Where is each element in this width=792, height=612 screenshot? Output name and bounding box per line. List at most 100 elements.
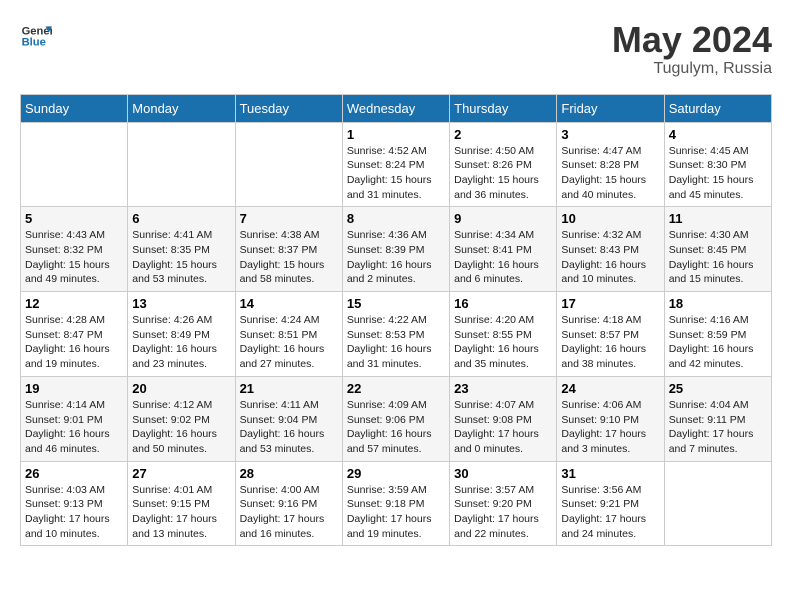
week-row-1: 1Sunrise: 4:52 AM Sunset: 8:24 PM Daylig… bbox=[21, 122, 772, 207]
page-header: General Blue May 2024 Tugulym, Russia bbox=[20, 20, 772, 78]
day-detail: Sunrise: 4:18 AM Sunset: 8:57 PM Dayligh… bbox=[561, 313, 659, 372]
calendar-cell: 10 Sunrise: 4:32 AM Sunset: 8:43 PM Dayli… bbox=[557, 207, 664, 292]
calendar-cell: 12Sunrise: 4:28 AM Sunset: 8:47 PM Dayli… bbox=[21, 292, 128, 377]
day-number: 2 bbox=[454, 127, 552, 142]
calendar-cell: 16 Sunrise: 4:20 AM Sunset: 8:55 PM Dayli… bbox=[450, 292, 557, 377]
day-number: 5 bbox=[25, 211, 123, 226]
day-number: 18 bbox=[669, 296, 767, 311]
day-detail: Sunrise: 4:16 AM Sunset: 8:59 PM Dayligh… bbox=[669, 313, 767, 372]
day-number: 27 bbox=[132, 466, 230, 481]
day-detail: Sunrise: 4:52 AM Sunset: 8:24 PM Dayligh… bbox=[347, 144, 445, 203]
calendar-cell: 4Sunrise: 4:45 AM Sunset: 8:30 PM Daylig… bbox=[664, 122, 771, 207]
day-number: 28 bbox=[240, 466, 338, 481]
calendar-cell: 20 Sunrise: 4:12 AM Sunset: 9:02 PM Dayli… bbox=[128, 376, 235, 461]
day-detail: Sunrise: 3:56 AM Sunset: 9:21 PM Dayligh… bbox=[561, 483, 659, 542]
weekday-tuesday: Tuesday bbox=[235, 94, 342, 122]
day-detail: Sunrise: 4:03 AM Sunset: 9:13 PM Dayligh… bbox=[25, 483, 123, 542]
day-detail: Sunrise: 4:43 AM Sunset: 8:32 PM Dayligh… bbox=[25, 228, 123, 287]
calendar-cell: 11 Sunrise: 4:30 AM Sunset: 8:45 PM Dayli… bbox=[664, 207, 771, 292]
calendar-cell: 8Sunrise: 4:36 AM Sunset: 8:39 PM Daylig… bbox=[342, 207, 449, 292]
calendar-cell: 24 Sunrise: 4:06 AM Sunset: 9:10 PM Dayli… bbox=[557, 376, 664, 461]
weekday-thursday: Thursday bbox=[450, 94, 557, 122]
weekday-friday: Friday bbox=[557, 94, 664, 122]
day-number: 30 bbox=[454, 466, 552, 481]
day-detail: Sunrise: 4:07 AM Sunset: 9:08 PM Dayligh… bbox=[454, 398, 552, 457]
calendar-cell: 22Sunrise: 4:09 AM Sunset: 9:06 PM Dayli… bbox=[342, 376, 449, 461]
weekday-saturday: Saturday bbox=[664, 94, 771, 122]
calendar-cell: 6 Sunrise: 4:41 AM Sunset: 8:35 PM Daylig… bbox=[128, 207, 235, 292]
day-number: 6 bbox=[132, 211, 230, 226]
calendar-cell: 26 Sunrise: 4:03 AM Sunset: 9:13 PM Dayli… bbox=[21, 461, 128, 546]
calendar-cell: 28Sunrise: 4:00 AM Sunset: 9:16 PM Dayli… bbox=[235, 461, 342, 546]
calendar-cell: 15 Sunrise: 4:22 AM Sunset: 8:53 PM Dayli… bbox=[342, 292, 449, 377]
title-block: May 2024 Tugulym, Russia bbox=[612, 20, 772, 78]
logo-icon: General Blue bbox=[20, 20, 52, 52]
day-detail: Sunrise: 4:04 AM Sunset: 9:11 PM Dayligh… bbox=[669, 398, 767, 457]
week-row-3: 12Sunrise: 4:28 AM Sunset: 8:47 PM Dayli… bbox=[21, 292, 772, 377]
weekday-wednesday: Wednesday bbox=[342, 94, 449, 122]
logo: General Blue bbox=[20, 20, 52, 52]
day-detail: Sunrise: 4:47 AM Sunset: 8:28 PM Dayligh… bbox=[561, 144, 659, 203]
week-row-2: 5 Sunrise: 4:43 AM Sunset: 8:32 PM Daylig… bbox=[21, 207, 772, 292]
day-detail: Sunrise: 4:22 AM Sunset: 8:53 PM Dayligh… bbox=[347, 313, 445, 372]
day-number: 31 bbox=[561, 466, 659, 481]
day-detail: Sunrise: 4:24 AM Sunset: 8:51 PM Dayligh… bbox=[240, 313, 338, 372]
day-detail: Sunrise: 4:09 AM Sunset: 9:06 PM Dayligh… bbox=[347, 398, 445, 457]
day-number: 14 bbox=[240, 296, 338, 311]
day-number: 15 bbox=[347, 296, 445, 311]
day-number: 9 bbox=[454, 211, 552, 226]
day-number: 7 bbox=[240, 211, 338, 226]
weekday-monday: Monday bbox=[128, 94, 235, 122]
calendar-table: SundayMondayTuesdayWednesdayThursdayFrid… bbox=[20, 94, 772, 547]
calendar-cell: 2 Sunrise: 4:50 AM Sunset: 8:26 PM Daylig… bbox=[450, 122, 557, 207]
day-number: 26 bbox=[25, 466, 123, 481]
day-number: 11 bbox=[669, 211, 767, 226]
calendar-cell: 13 Sunrise: 4:26 AM Sunset: 8:49 PM Dayli… bbox=[128, 292, 235, 377]
week-row-4: 19 Sunrise: 4:14 AM Sunset: 9:01 PM Dayli… bbox=[21, 376, 772, 461]
calendar-cell: 30 Sunrise: 3:57 AM Sunset: 9:20 PM Dayli… bbox=[450, 461, 557, 546]
day-number: 16 bbox=[454, 296, 552, 311]
calendar-cell bbox=[235, 122, 342, 207]
day-detail: Sunrise: 4:30 AM Sunset: 8:45 PM Dayligh… bbox=[669, 228, 767, 287]
calendar-cell: 17Sunrise: 4:18 AM Sunset: 8:57 PM Dayli… bbox=[557, 292, 664, 377]
calendar-cell: 7Sunrise: 4:38 AM Sunset: 8:37 PM Daylig… bbox=[235, 207, 342, 292]
day-detail: Sunrise: 4:20 AM Sunset: 8:55 PM Dayligh… bbox=[454, 313, 552, 372]
day-detail: Sunrise: 4:34 AM Sunset: 8:41 PM Dayligh… bbox=[454, 228, 552, 287]
day-detail: Sunrise: 4:06 AM Sunset: 9:10 PM Dayligh… bbox=[561, 398, 659, 457]
svg-text:Blue: Blue bbox=[22, 37, 46, 49]
location: Tugulym, Russia bbox=[612, 60, 772, 78]
day-number: 13 bbox=[132, 296, 230, 311]
calendar-cell: 1Sunrise: 4:52 AM Sunset: 8:24 PM Daylig… bbox=[342, 122, 449, 207]
day-detail: Sunrise: 4:41 AM Sunset: 8:35 PM Dayligh… bbox=[132, 228, 230, 287]
calendar-cell bbox=[664, 461, 771, 546]
day-number: 20 bbox=[132, 381, 230, 396]
day-detail: Sunrise: 4:36 AM Sunset: 8:39 PM Dayligh… bbox=[347, 228, 445, 287]
day-detail: Sunrise: 4:50 AM Sunset: 8:26 PM Dayligh… bbox=[454, 144, 552, 203]
day-number: 12 bbox=[25, 296, 123, 311]
day-detail: Sunrise: 4:26 AM Sunset: 8:49 PM Dayligh… bbox=[132, 313, 230, 372]
calendar-cell: 27 Sunrise: 4:01 AM Sunset: 9:15 PM Dayli… bbox=[128, 461, 235, 546]
day-detail: Sunrise: 4:32 AM Sunset: 8:43 PM Dayligh… bbox=[561, 228, 659, 287]
day-number: 19 bbox=[25, 381, 123, 396]
day-detail: Sunrise: 3:57 AM Sunset: 9:20 PM Dayligh… bbox=[454, 483, 552, 542]
calendar-cell bbox=[21, 122, 128, 207]
calendar-cell: 14 Sunrise: 4:24 AM Sunset: 8:51 PM Dayli… bbox=[235, 292, 342, 377]
month-title: May 2024 bbox=[612, 20, 772, 60]
day-detail: Sunrise: 4:01 AM Sunset: 9:15 PM Dayligh… bbox=[132, 483, 230, 542]
day-detail: Sunrise: 4:11 AM Sunset: 9:04 PM Dayligh… bbox=[240, 398, 338, 457]
calendar-cell: 31 Sunrise: 3:56 AM Sunset: 9:21 PM Dayli… bbox=[557, 461, 664, 546]
calendar-cell: 29Sunrise: 3:59 AM Sunset: 9:18 PM Dayli… bbox=[342, 461, 449, 546]
calendar-cell: 18 Sunrise: 4:16 AM Sunset: 8:59 PM Dayli… bbox=[664, 292, 771, 377]
calendar-cell bbox=[128, 122, 235, 207]
calendar-cell: 21Sunrise: 4:11 AM Sunset: 9:04 PM Dayli… bbox=[235, 376, 342, 461]
calendar-cell: 5 Sunrise: 4:43 AM Sunset: 8:32 PM Daylig… bbox=[21, 207, 128, 292]
day-number: 3 bbox=[561, 127, 659, 142]
day-number: 10 bbox=[561, 211, 659, 226]
calendar-cell: 9 Sunrise: 4:34 AM Sunset: 8:41 PM Daylig… bbox=[450, 207, 557, 292]
day-number: 23 bbox=[454, 381, 552, 396]
day-detail: Sunrise: 4:14 AM Sunset: 9:01 PM Dayligh… bbox=[25, 398, 123, 457]
day-number: 24 bbox=[561, 381, 659, 396]
day-detail: Sunrise: 4:12 AM Sunset: 9:02 PM Dayligh… bbox=[132, 398, 230, 457]
calendar-cell: 3 Sunrise: 4:47 AM Sunset: 8:28 PM Daylig… bbox=[557, 122, 664, 207]
weekday-sunday: Sunday bbox=[21, 94, 128, 122]
